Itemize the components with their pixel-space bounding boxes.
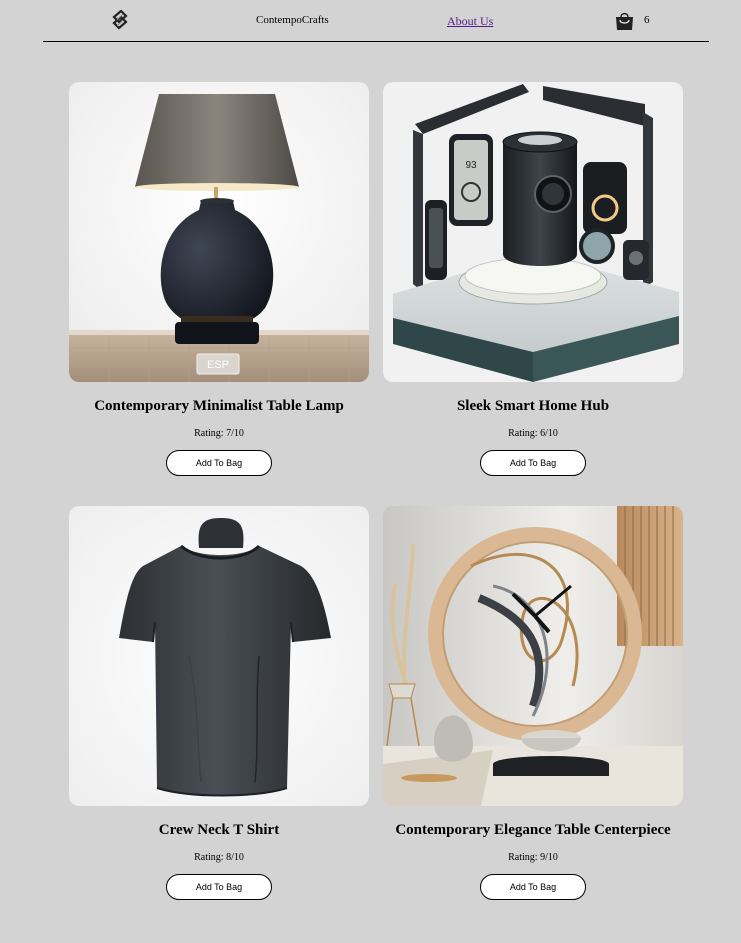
product-image-table-lamp[interactable]: ESP [69, 82, 369, 382]
product-title: Contemporary Elegance Table Centerpiece [395, 822, 671, 838]
product-rating: Rating: 8/10 [194, 852, 244, 863]
navbar: ContempoCrafts About Us 6 [43, 0, 709, 42]
product-rating: Rating: 7/10 [194, 428, 244, 439]
add-to-bag-button[interactable]: Add To Bag [480, 450, 586, 476]
product-card: ESP Contemporary Minimalist Table Lamp R… [69, 82, 369, 482]
product-image-crew-neck-t-shirt[interactable] [69, 506, 369, 806]
about-us-link[interactable]: About Us [447, 14, 493, 29]
product-image-smart-home-hub[interactable]: 93 [383, 82, 683, 382]
product-rating: Rating: 6/10 [508, 428, 558, 439]
knot-logo-icon[interactable] [110, 9, 130, 30]
product-card: 93 Sleek Smart Home Hub Rating: 6/10 Add… [383, 82, 683, 482]
product-title: Contemporary Minimalist Table Lamp [94, 398, 344, 414]
product-title: Crew Neck T Shirt [158, 822, 280, 838]
product-card: Contemporary Elegance Table Centerpiece … [383, 506, 683, 906]
product-image-table-centerpiece[interactable] [383, 506, 683, 806]
brand-name: ContempoCrafts [256, 14, 329, 26]
add-to-bag-button[interactable]: Add To Bag [480, 874, 586, 900]
lamp-plate-label: ESP [207, 359, 229, 371]
product-card: Crew Neck T Shirt Rating: 8/10 Add To Ba… [69, 506, 369, 906]
add-to-bag-button[interactable]: Add To Bag [166, 450, 272, 476]
bag-count: 6 [644, 14, 650, 26]
product-title: Sleek Smart Home Hub [456, 398, 610, 414]
product-rating: Rating: 9/10 [508, 852, 558, 863]
shopping-bag-icon[interactable] [615, 11, 634, 31]
hub-screen-reading: 93 [465, 160, 477, 171]
add-to-bag-button[interactable]: Add To Bag [166, 874, 272, 900]
